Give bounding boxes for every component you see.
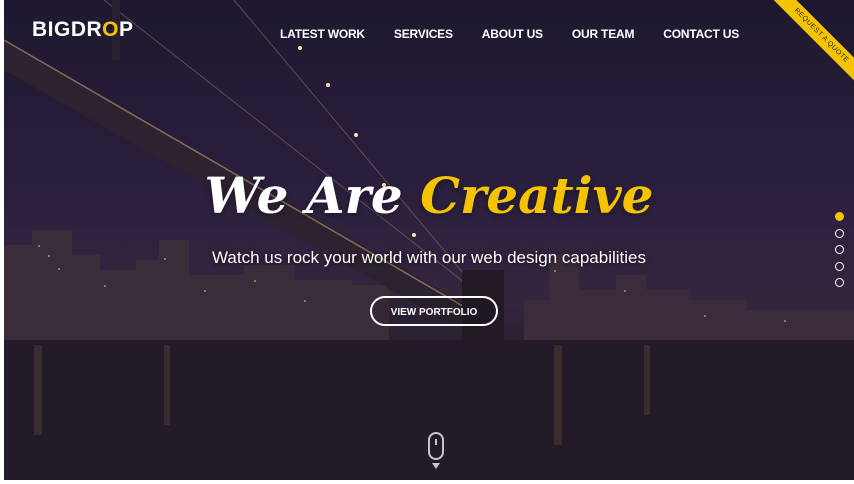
- logo-text-end: P: [119, 18, 134, 41]
- nav-item-services[interactable]: SERVICES: [394, 27, 453, 41]
- logo-drop-mark: O: [102, 18, 120, 41]
- mouse-scroll-icon[interactable]: [428, 432, 444, 460]
- headline-part-1: We Are: [204, 166, 403, 225]
- city-bridge-background: [4, 0, 854, 480]
- slider-dot-5[interactable]: [835, 278, 844, 287]
- logo[interactable]: BIGDROP: [32, 18, 134, 42]
- slider-dot-4[interactable]: [835, 261, 844, 271]
- nav-item-latest-work[interactable]: LATEST WORK: [280, 27, 365, 41]
- logo-text: BIGDR: [32, 18, 103, 41]
- nav-item-contact-us[interactable]: CONTACT US: [663, 27, 739, 41]
- headline-part-2: Creative: [420, 166, 654, 225]
- hero-headline: We Are Creative: [4, 166, 854, 226]
- slider-dot-3[interactable]: [835, 245, 844, 254]
- nav-item-about-us[interactable]: ABOUT US: [482, 27, 543, 41]
- slider-dot-2[interactable]: [835, 228, 844, 238]
- scroll-down-arrow-icon: [432, 463, 440, 469]
- main-nav: LATEST WORK SERVICES ABOUT US OUR TEAM C…: [280, 27, 768, 41]
- slider-dot-1[interactable]: [835, 212, 844, 221]
- nav-item-our-team[interactable]: OUR TEAM: [572, 27, 635, 41]
- hero-subtitle: Watch us rock your world with our web de…: [211, 248, 646, 267]
- view-portfolio-button[interactable]: VIEW PORTFOLIO: [370, 296, 498, 326]
- slider-dots: [835, 212, 844, 295]
- hero-banner: BIGDROP LATEST WORK SERVICES ABOUT US OU…: [4, 0, 854, 480]
